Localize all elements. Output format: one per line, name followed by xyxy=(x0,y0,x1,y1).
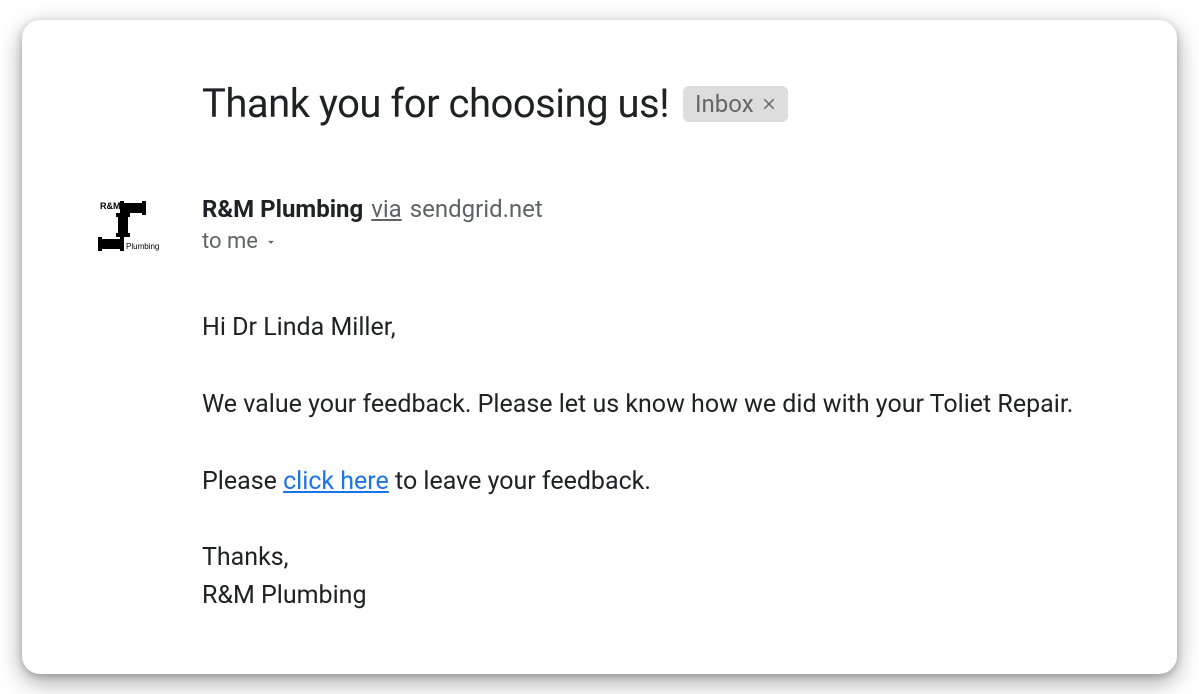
via-domain: sendgrid.net xyxy=(410,195,543,223)
svg-text:R&M: R&M xyxy=(100,201,121,211)
email-card: Thank you for choosing us! Inbox R&M xyxy=(22,20,1177,674)
plumbing-logo-icon: R&M Plumbing xyxy=(92,195,164,267)
feedback-link[interactable]: click here xyxy=(283,467,389,496)
please-suffix: to leave your feedback. xyxy=(389,467,651,496)
svg-text:Plumbing: Plumbing xyxy=(126,242,159,251)
sender-info: R&M Plumbing via sendgrid.net to me xyxy=(202,195,543,254)
please-prefix: Please xyxy=(202,467,283,496)
greeting-line: Hi Dr Linda Miller, xyxy=(202,309,1107,348)
signature-name: R&M Plumbing xyxy=(202,581,367,610)
via-label[interactable]: via xyxy=(371,195,402,223)
email-subject: Thank you for choosing us! xyxy=(202,80,669,127)
sender-line: R&M Plumbing via sendgrid.net xyxy=(202,195,543,223)
label-text: Inbox xyxy=(695,90,754,118)
signature-block: Thanks, R&M Plumbing xyxy=(202,539,1107,614)
sender-avatar[interactable]: R&M Plumbing xyxy=(92,195,164,267)
email-body: Hi Dr Linda Miller, We value your feedba… xyxy=(202,309,1107,614)
recipient-dropdown[interactable]: to me xyxy=(202,229,543,254)
feedback-request-line: We value your feedback. Please let us kn… xyxy=(202,386,1107,425)
chevron-down-icon xyxy=(264,235,278,249)
cta-line: Please click here to leave your feedback… xyxy=(202,463,1107,502)
thanks-text: Thanks, xyxy=(202,543,289,572)
close-icon[interactable] xyxy=(760,95,778,113)
sender-row: R&M Plumbing R&M Plumbing via xyxy=(92,195,1107,267)
to-text: to me xyxy=(202,229,258,254)
sender-name: R&M Plumbing xyxy=(202,195,363,223)
subject-line: Thank you for choosing us! Inbox xyxy=(202,80,1107,127)
inbox-label-badge[interactable]: Inbox xyxy=(683,86,788,122)
